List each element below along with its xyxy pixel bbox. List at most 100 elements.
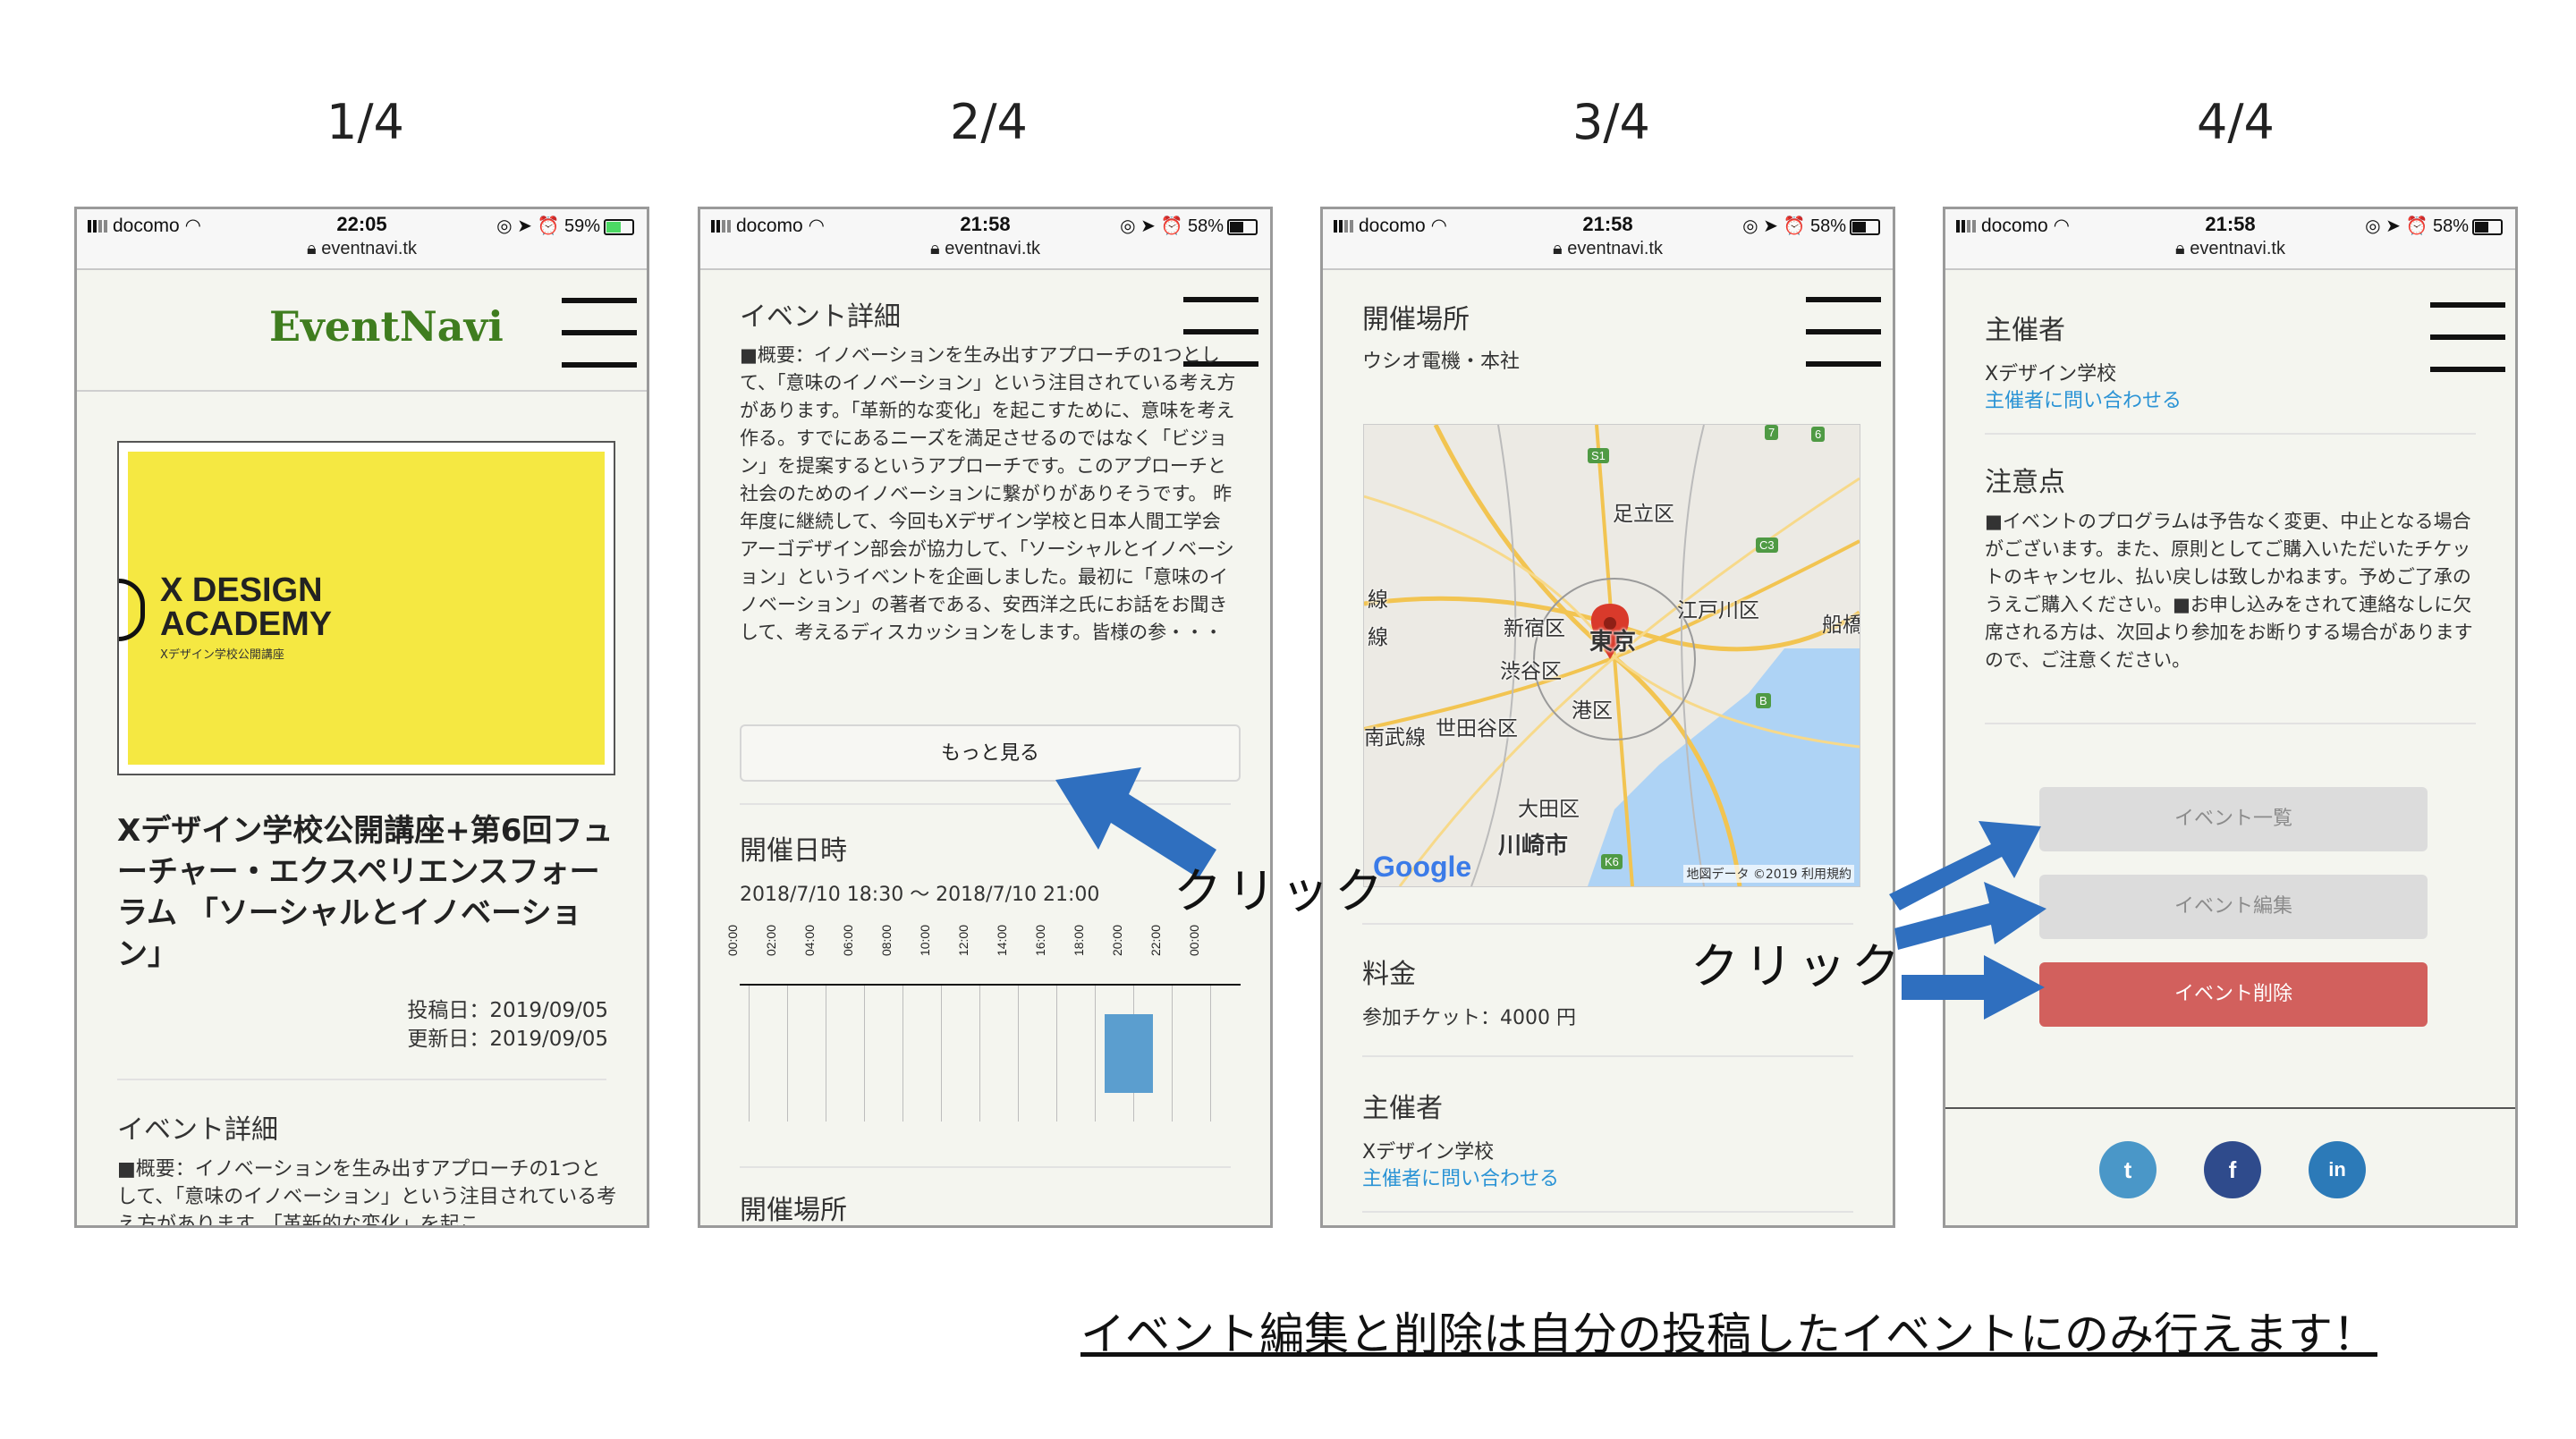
timeline-event-block (1104, 1014, 1153, 1093)
updated-date: 更新日：2019/09/05 (407, 1028, 608, 1051)
notes-text: ■イベントのプログラムは予告なく変更、中止となる場合がございます。また、原則とし… (1985, 511, 2473, 671)
timeline-hour-label: 20:00 (1110, 925, 1124, 957)
lock-icon: 🔒︎ (2175, 239, 2185, 258)
status-bar: docomo ◠ 21:58 ◎ ➤ ⏰ 58% 🔒︎ eventnavi.tk (1323, 209, 1893, 270)
timeline-grid-line (979, 986, 980, 1122)
timeline-grid-line (941, 986, 942, 1122)
step-label-4: 4/4 (2197, 94, 2275, 150)
url-bar[interactable]: 🔒︎ eventnavi.tk (700, 239, 1270, 259)
menu-icon[interactable] (1806, 297, 1881, 367)
banner-title: X DESIGN ACADEMY (160, 571, 333, 643)
map-route-badge: S1 (1588, 448, 1609, 463)
url-bar[interactable]: 🔒︎ eventnavi.tk (1945, 239, 2515, 259)
map-place-label: 大田区 (1518, 798, 1580, 821)
section-title-venue: 開催場所 (1362, 304, 1470, 335)
phone-screen-1: docomo ◠ 22:05 ◎ ➤ ⏰ 59% 🔒︎ eventnavi.tk… (74, 207, 649, 1228)
twitter-icon[interactable]: t (2099, 1141, 2157, 1198)
event-datetime: 2018/7/10 18:30 〜 2018/7/10 21:00 (740, 884, 1100, 906)
section-title-fee: 料金 (1362, 959, 1416, 990)
section-title-details: イベント詳細 (740, 301, 901, 333)
status-bar: docomo ◠ 21:58 ◎ ➤ ⏰ 58% 🔒︎ eventnavi.tk (700, 209, 1270, 270)
event-edit-button[interactable]: イベント編集 (2039, 875, 2428, 939)
step-label-3: 3/4 (1572, 94, 1650, 150)
menu-icon[interactable] (562, 298, 637, 368)
contact-organizer-link[interactable]: 主催者に問い合わせる (1985, 385, 2182, 413)
status-icons: ◎ ➤ ⏰ 58% (1742, 215, 1880, 237)
location-icon: ◎ ➤ ⏰ (1120, 216, 1183, 236)
map-terms-link[interactable]: 利用規約 (1801, 868, 1852, 882)
site-logo[interactable]: EventNavi (269, 302, 504, 351)
map-place-label: 江戸川区 (1677, 599, 1759, 622)
timeline-hour-label: 06:00 (841, 925, 855, 957)
event-title: Xデザイン学校公開講座+第6回フューチャー・エクスペリエンスフォーラム 「ソーシ… (117, 813, 614, 972)
battery-icon (1227, 218, 1258, 235)
timeline-hour-label: 00:00 (1187, 925, 1201, 957)
timeline-hour-label: 16:00 (1033, 925, 1047, 957)
timeline-grid-line (749, 986, 750, 1122)
map-place-label: 川崎市 (1498, 833, 1569, 859)
divider (740, 1166, 1231, 1168)
url-bar[interactable]: 🔒︎ eventnavi.tk (77, 239, 647, 259)
section-title-notes: 注意点 (1985, 467, 2065, 498)
battery-icon (604, 218, 634, 235)
arrow-to-delete-button (1902, 955, 2045, 1020)
map-place-label: 船橋 (1822, 614, 1860, 637)
event-summary: ■概要：イノベーションを生み出すアプローチの1つとして、「意味のイノベーション」… (117, 1158, 617, 1228)
location-icon: ◎ ➤ ⏰ (496, 216, 560, 236)
linkedin-icon[interactable]: in (2309, 1141, 2366, 1198)
timeline-grid-line (1056, 986, 1057, 1122)
status-icons: ◎ ➤ ⏰ 59% (496, 215, 634, 237)
map-place-label: 南武線 (1364, 726, 1426, 749)
step-label-2: 2/4 (950, 94, 1028, 150)
url-bar[interactable]: 🔒︎ eventnavi.tk (1323, 239, 1893, 259)
battery-icon (1850, 218, 1880, 235)
step-label-1: 1/4 (326, 94, 404, 150)
divider (1985, 723, 2476, 724)
timeline-hour-label: 18:00 (1072, 925, 1086, 957)
timeline-grid-line (1095, 986, 1096, 1122)
event-summary: ■概要：イノベーションを生み出すアプローチの1つとして、「意味のイノベーション」… (740, 344, 1236, 643)
lock-icon: 🔒︎ (307, 239, 317, 258)
posted-date: 投稿日：2019/09/05 (407, 999, 608, 1022)
map-place-label: 足立区 (1613, 503, 1674, 526)
organizer-name: Xデザイン学校 (1985, 363, 2117, 385)
organizer-name: Xデザイン学校 (1362, 1141, 1495, 1164)
phone-screen-2: docomo ◠ 21:58 ◎ ➤ ⏰ 58% 🔒︎ eventnavi.tk… (698, 207, 1273, 1228)
menu-icon[interactable] (2430, 302, 2505, 372)
timeline-hour-label: 10:00 (918, 925, 932, 957)
banner-subtitle: Xデザイン学校公開講座 (160, 648, 284, 662)
map-route-badge: C3 (1756, 538, 1778, 553)
section-title-details: イベント詳細 (117, 1114, 278, 1146)
location-icon: ◎ ➤ ⏰ (2365, 216, 2428, 236)
status-icons: ◎ ➤ ⏰ 58% (2365, 215, 2503, 237)
status-bar: docomo ◠ 22:05 ◎ ➤ ⏰ 59% 🔒︎ eventnavi.tk (77, 209, 647, 270)
divider (1362, 1211, 1853, 1213)
facebook-icon[interactable]: f (2204, 1141, 2261, 1198)
map-route-badge: B (1756, 693, 1771, 708)
map-place-label: 渋谷区 (1500, 660, 1562, 683)
timeline-hour-label: 04:00 (802, 925, 817, 957)
timeline-hour-label: 02:00 (764, 925, 778, 957)
map-credit: 地図データ ©2019 利用規約 (1683, 865, 1854, 883)
event-delete-button[interactable]: イベント削除 (2039, 962, 2428, 1027)
contact-organizer-link[interactable]: 主催者に問い合わせる (1362, 1163, 1559, 1191)
map-place-label: 線 (1368, 626, 1388, 649)
phone-screen-3: docomo ◠ 21:58 ◎ ➤ ⏰ 58% 🔒︎ eventnavi.tk… (1320, 207, 1895, 1228)
timeline-hour-label: 08:00 (879, 925, 894, 957)
event-banner: X DESIGN ACADEMY Xデザイン学校公開講座 (117, 441, 615, 775)
map-place-label: 港区 (1572, 699, 1613, 723)
battery-icon (2472, 218, 2503, 235)
phone-screen-4: docomo ◠ 21:58 ◎ ➤ ⏰ 58% 🔒︎ eventnavi.tk… (1943, 207, 2518, 1228)
timeline-grid-line (1018, 986, 1019, 1122)
venue-map[interactable]: 足立区 新宿区 東京 江戸川区 渋谷区 港区 世田谷区 大田区 川崎市 船橋線線南武線 S1 6 C3 7… (1363, 424, 1860, 887)
timeline-grid-line (902, 986, 903, 1122)
event-list-button[interactable]: イベント一覧 (2039, 787, 2428, 851)
map-route-badge: 6 (1811, 427, 1826, 442)
status-bar: docomo ◠ 21:58 ◎ ➤ ⏰ 58% 🔒︎ eventnavi.tk (1945, 209, 2515, 270)
timeline-chart: 00:00 02:00 04:00 06:00 08:00 10:00 12:00 14:00… (725, 925, 1241, 1122)
timeline-grid-line (864, 986, 865, 1122)
map-place-label: 東京 (1589, 629, 1637, 656)
section-title-datetime: 開催日時 (740, 835, 847, 867)
section-title-organizer: 主催者 (1985, 315, 2065, 346)
section-title-organizer: 主催者 (1362, 1093, 1443, 1124)
